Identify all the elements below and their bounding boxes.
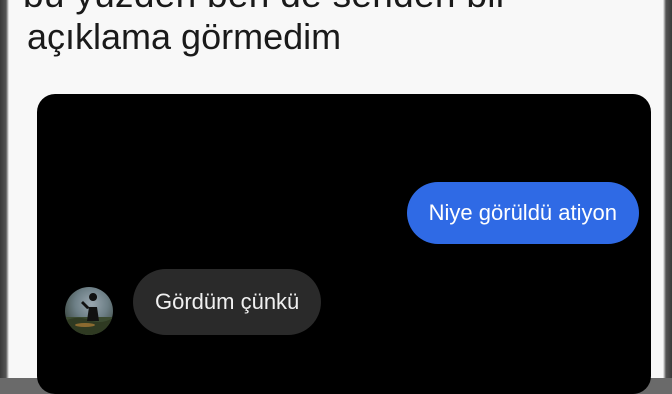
- received-message-bubble[interactable]: Gördüm çünkü: [133, 269, 322, 335]
- post-text-cut-line: bu yüzden ben de senden bir: [23, 0, 543, 16]
- post-card: bu yüzden ben de senden bir açıklama gör…: [9, 0, 663, 394]
- profile-photo-silhouette-icon: [65, 293, 113, 335]
- sent-message-bubble[interactable]: Niye görüldü atiyon: [406, 182, 639, 244]
- avatar[interactable]: [65, 287, 113, 335]
- screenshot-frame: bu yüzden ben de senden bir açıklama gör…: [0, 0, 672, 394]
- post-text: açıklama görmedim: [27, 16, 342, 57]
- chat-screenshot: Niye görüldü atiyon Gördüm çünkü: [37, 94, 651, 394]
